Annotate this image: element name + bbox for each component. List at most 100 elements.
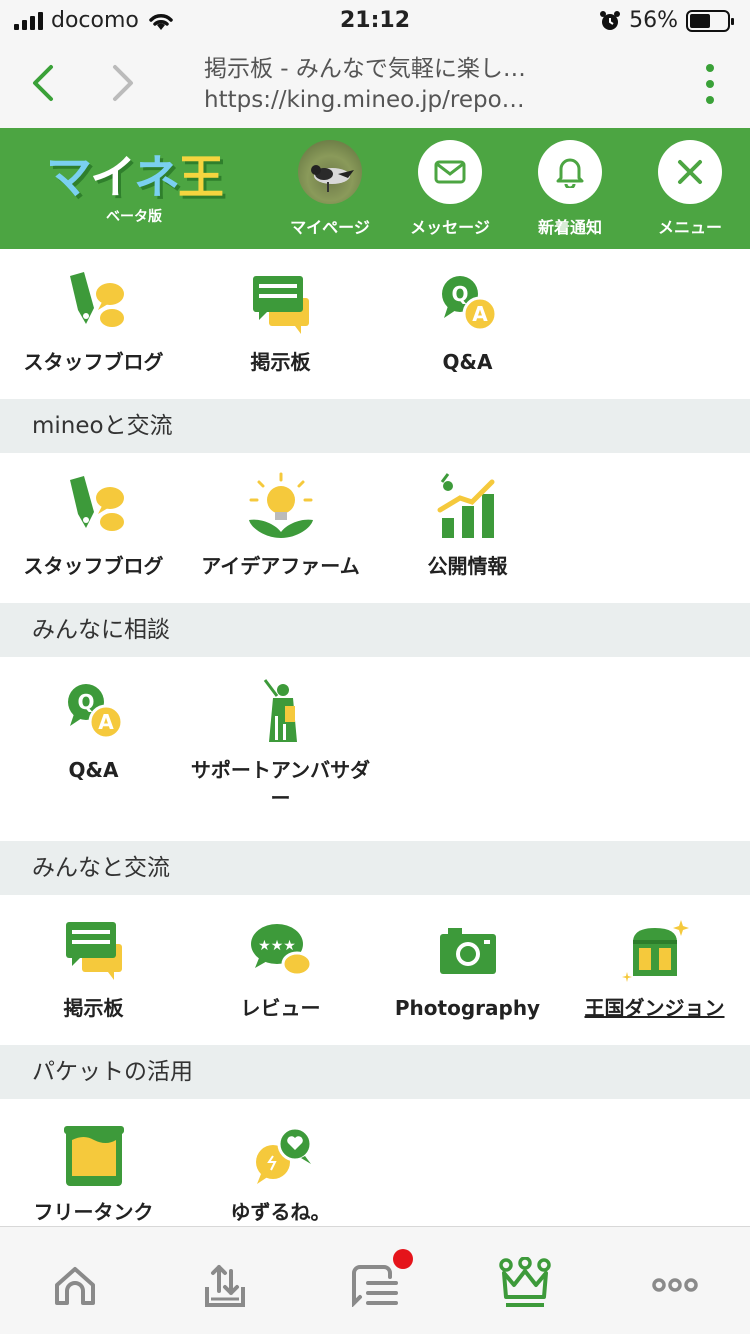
section-items: フリータンク ゆずるね。 xyxy=(0,1114,750,1224)
status-right: 56% xyxy=(599,8,734,33)
tile-label: ゆずるね。 xyxy=(230,1200,331,1224)
tile-review[interactable]: ★★★ レビュー xyxy=(187,910,374,1022)
back-button[interactable] xyxy=(18,58,68,108)
tile-label: 王国ダンジョン xyxy=(584,996,725,1020)
tile-qa[interactable]: Q A Q&A xyxy=(0,672,187,784)
tab-kingdom[interactable] xyxy=(495,1255,555,1315)
page-title: 掲示板 - みんなで気軽に楽し… xyxy=(204,56,526,82)
svg-text:Q: Q xyxy=(77,690,94,714)
review-icon: ★★★ xyxy=(250,924,312,977)
browser-menu-button[interactable] xyxy=(700,64,720,104)
tile-yuzurune[interactable]: ゆずるね。 xyxy=(187,1114,374,1226)
forward-button[interactable] xyxy=(98,58,148,108)
header-notifications[interactable]: 新着通知 xyxy=(520,140,620,238)
status-bar: docomo 21:12 56% xyxy=(0,0,750,42)
site-header: マイネ王 ベータ版 マイページ メッセージ 新着通知 メニュー xyxy=(0,128,750,249)
header-item-label: メッセージ xyxy=(410,218,490,237)
tile-label: スタッフブログ xyxy=(23,554,164,578)
tile-board[interactable]: 掲示板 xyxy=(187,264,374,376)
tile-label: Photography xyxy=(394,996,541,1020)
crown-icon xyxy=(499,1257,551,1307)
tile-support-ambassador[interactable]: サポートアンバサダ ー xyxy=(187,672,374,812)
chevron-right-icon xyxy=(113,65,133,101)
svg-text:Q: Q xyxy=(451,282,468,306)
battery-icon xyxy=(686,9,734,32)
board-icon xyxy=(65,922,122,980)
tile-staff-blog[interactable]: スタッフブログ xyxy=(0,264,187,376)
tile-board[interactable]: 掲示板 xyxy=(0,910,187,1022)
logo-wordmark: マイネ王 xyxy=(46,150,224,204)
tile-label: 公開情報 xyxy=(427,554,508,578)
address-bar[interactable]: 掲示板 - みんなで気軽に楽し… https://king.mineo.jp/r… xyxy=(204,54,644,116)
site-logo[interactable]: マイネ王 ベータ版 xyxy=(44,146,224,236)
menu-close-button xyxy=(658,140,722,204)
idea-farm-icon xyxy=(248,472,313,538)
notification-button xyxy=(538,140,602,204)
tile-staff-blog[interactable]: スタッフブログ xyxy=(0,468,187,580)
tile-label: Q&A xyxy=(442,350,493,374)
beta-label: ベータ版 xyxy=(106,209,162,225)
notification-badge xyxy=(393,1249,413,1269)
staff-blog-icon xyxy=(69,476,124,531)
section-header: みんなと交流 xyxy=(0,841,750,895)
tab-notes[interactable] xyxy=(345,1249,413,1315)
alarm-icon xyxy=(600,10,621,30)
tile-label: 掲示板 xyxy=(250,350,311,374)
top-shortcuts: スタッフブログ 掲示板 Q A Q&A xyxy=(0,264,750,384)
public-info-icon xyxy=(437,473,494,538)
qa-icon: Q A xyxy=(441,276,497,332)
browser-bar: 掲示板 - みんなで気軽に楽し… https://king.mineo.jp/r… xyxy=(0,42,750,128)
close-icon xyxy=(678,160,702,184)
free-tank-icon xyxy=(63,1126,124,1186)
message-button xyxy=(418,140,482,204)
tile-label: Q&A xyxy=(68,758,119,782)
header-mypage[interactable]: マイページ xyxy=(280,140,380,238)
qa-icon: Q A xyxy=(67,684,123,740)
tile-label: スタッフブログ xyxy=(23,350,164,374)
bird-photo xyxy=(311,165,354,192)
header-menu[interactable]: メニュー xyxy=(640,140,740,238)
tile-qa[interactable]: Q A Q&A xyxy=(374,264,561,376)
section-items: Q A Q&A サポートアンバサダ ー xyxy=(0,672,750,832)
url-text: https://king.mineo.jp/repo… xyxy=(204,87,525,113)
svg-text:A: A xyxy=(472,302,488,326)
section-header: みんなに相談 xyxy=(0,603,750,657)
header-item-label: メニュー xyxy=(657,218,722,237)
header-message[interactable]: メッセージ xyxy=(400,140,500,238)
tile-label: アイデアファーム xyxy=(201,554,360,578)
tile-label: レビュー xyxy=(240,996,321,1020)
tile-kingdom-dungeon[interactable]: 王国ダンジョン xyxy=(561,910,748,1022)
tile-public-info[interactable]: 公開情報 xyxy=(374,468,561,580)
camera-icon xyxy=(439,928,496,974)
tab-home[interactable] xyxy=(45,1255,105,1315)
board-icon xyxy=(252,276,309,334)
tile-label: サポートアンバサダ ー xyxy=(190,758,371,810)
bell-icon xyxy=(556,158,584,188)
support-ambassador-icon xyxy=(263,679,297,742)
home-icon xyxy=(55,1267,95,1305)
more-icon xyxy=(652,1278,698,1292)
section-items: 掲示板 ★★★ レビュー Photography 王国ダンジョン xyxy=(0,910,750,1030)
tab-more[interactable] xyxy=(645,1255,705,1315)
tab-share[interactable] xyxy=(195,1255,255,1315)
battery-percent: 56% xyxy=(629,8,678,33)
section-header: mineoと交流 xyxy=(0,399,750,453)
tile-label: フリータンク xyxy=(33,1200,154,1224)
tile-idea-farm[interactable]: アイデアファーム xyxy=(187,468,374,580)
avatar xyxy=(298,140,362,204)
staff-blog-icon xyxy=(69,272,124,327)
tile-photography[interactable]: Photography xyxy=(374,910,561,1022)
bottom-tab-bar xyxy=(0,1226,750,1334)
envelope-icon xyxy=(434,160,466,184)
tile-label: 掲示板 xyxy=(63,996,124,1020)
tile-free-tank[interactable]: フリータンク xyxy=(0,1114,187,1226)
header-item-label: 新着通知 xyxy=(537,218,602,237)
share-icon xyxy=(205,1265,245,1307)
notes-icon xyxy=(352,1265,398,1307)
section-items: スタッフブログ アイデアファーム 公開情報 xyxy=(0,468,750,588)
chevron-left-icon xyxy=(33,65,53,101)
svg-text:★★★: ★★★ xyxy=(258,938,296,954)
header-item-label: マイページ xyxy=(290,218,370,237)
section-header: パケットの活用 xyxy=(0,1045,750,1099)
yuzurune-icon xyxy=(255,1126,312,1184)
